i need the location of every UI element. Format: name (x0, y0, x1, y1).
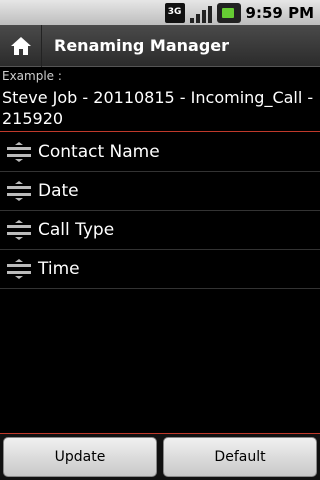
status-time: 9:59 PM (245, 3, 314, 22)
update-button[interactable]: Update (3, 437, 157, 477)
status-bar: 3G 9:59 PM (0, 0, 320, 25)
rename-field-list: Contact Name Date Call Type Time (0, 133, 320, 289)
home-icon (10, 36, 31, 55)
bottom-button-bar: Update Default (0, 434, 320, 480)
list-item-label: Contact Name (38, 142, 160, 162)
drag-handle-icon[interactable] (0, 220, 38, 240)
network-3g-icon: 3G (164, 2, 185, 23)
signal-strength-icon (189, 3, 212, 23)
list-item-time[interactable]: Time (0, 250, 320, 289)
example-filename: Steve Job - 20110815 - Incoming_Call - 2… (2, 88, 314, 128)
title-bar: Renaming Manager (0, 24, 320, 67)
home-button[interactable] (0, 24, 42, 67)
drag-handle-icon[interactable] (0, 181, 38, 201)
drag-handle-icon[interactable] (0, 142, 38, 162)
list-item-label: Call Type (38, 220, 115, 240)
list-item-label: Time (38, 259, 80, 279)
list-item-label: Date (38, 181, 79, 201)
list-item-call-type[interactable]: Call Type (0, 211, 320, 250)
network-label: 3G (167, 7, 182, 17)
page-title: Renaming Manager (54, 36, 230, 55)
example-label: Example : (2, 69, 62, 83)
drag-handle-icon[interactable] (0, 259, 38, 279)
battery-icon (216, 2, 241, 23)
default-button[interactable]: Default (163, 437, 317, 477)
list-item-date[interactable]: Date (0, 172, 320, 211)
divider-top (0, 131, 320, 132)
list-item-contact-name[interactable]: Contact Name (0, 133, 320, 172)
